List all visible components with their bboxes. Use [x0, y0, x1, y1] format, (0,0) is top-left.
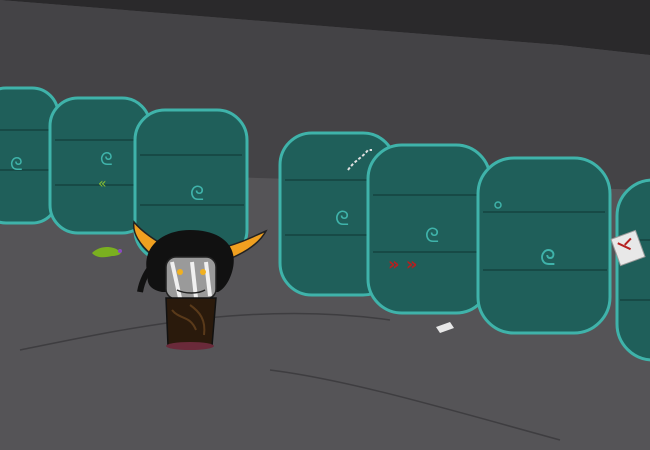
svg-text:ᘓ: ᘓ	[100, 149, 113, 170]
game-scene: ᘓ ᘓ « ᘓ ᘓ ᘓ » » ᘓ	[0, 0, 650, 450]
svg-text:ᘓ: ᘓ	[10, 154, 23, 175]
feet	[166, 342, 214, 350]
svg-text:ᘓ: ᘓ	[190, 181, 204, 205]
svg-text:ᘓ: ᘓ	[425, 223, 439, 247]
green-scribble: «	[98, 176, 107, 192]
hay-bale[interactable]	[610, 178, 650, 362]
hay-bale[interactable]: ᘓ » »	[366, 143, 492, 315]
scene-canvas: ᘓ ᘓ « ᘓ ᘓ ᘓ » » ᘓ	[0, 0, 650, 450]
hay-bale[interactable]: ᘓ	[476, 156, 612, 335]
svg-text:ᘓ: ᘓ	[540, 246, 556, 271]
svg-text:ᘓ: ᘓ	[335, 206, 349, 230]
purple-speck	[118, 249, 122, 253]
red-scribble: » »	[388, 254, 418, 275]
